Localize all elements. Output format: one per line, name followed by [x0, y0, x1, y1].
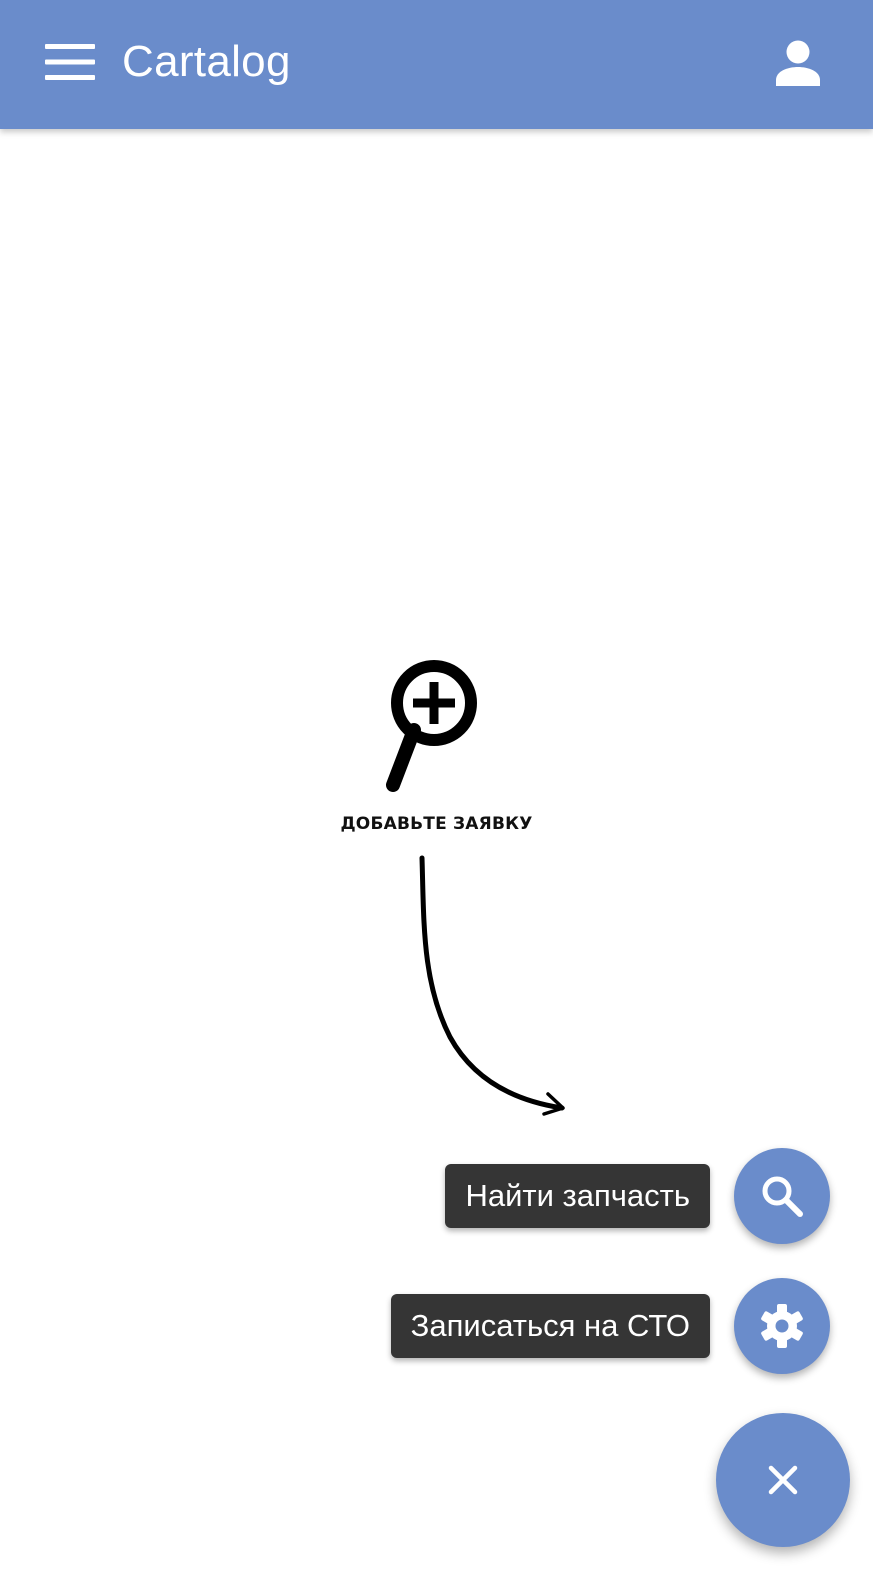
- fab-close-button[interactable]: [716, 1413, 850, 1547]
- find-part-label[interactable]: Найти запчасть: [445, 1164, 710, 1228]
- app-title: Cartalog: [122, 37, 291, 86]
- search-icon: [762, 1176, 803, 1217]
- find-part-button[interactable]: [734, 1148, 830, 1244]
- account-button[interactable]: [763, 30, 833, 96]
- empty-state-message: ДОБАВЬТЕ ЗАЯВКУ: [340, 814, 533, 834]
- hamburger-menu-icon: [45, 44, 95, 80]
- fab-action-find-part: Найти запчасть: [445, 1148, 830, 1244]
- account-icon: [776, 40, 820, 86]
- book-service-button[interactable]: [734, 1278, 830, 1374]
- fab-action-book-service: Записаться на СТО: [390, 1278, 830, 1374]
- app-bar: Cartalog: [0, 0, 873, 129]
- curved-arrow-icon: [419, 855, 565, 1116]
- book-service-label[interactable]: Записаться на СТО: [390, 1294, 710, 1358]
- magnifier-plus-icon: [386, 660, 477, 792]
- empty-state: ДОБАВЬТЕ ЗАЯВКУ: [0, 640, 873, 1120]
- gear-icon: [761, 1304, 803, 1348]
- close-icon: [768, 1465, 798, 1495]
- menu-button[interactable]: [34, 28, 106, 96]
